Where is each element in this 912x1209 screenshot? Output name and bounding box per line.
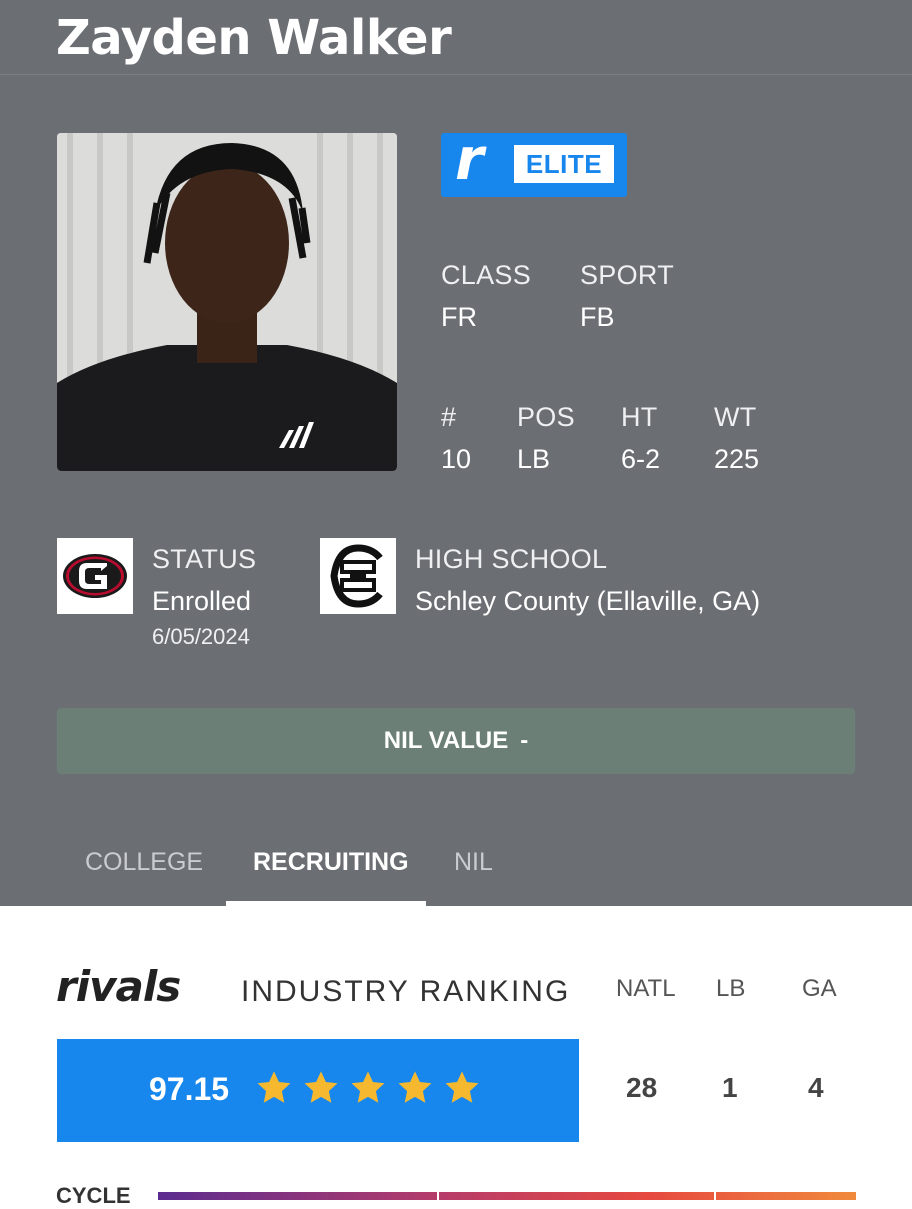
star-rating — [255, 1069, 481, 1107]
star-icon — [445, 1071, 479, 1103]
nil-value: - — [520, 727, 529, 754]
weight-value: 225 — [714, 444, 760, 474]
star-icon — [398, 1071, 432, 1103]
active-tab-indicator — [226, 901, 426, 906]
cycle-divider — [437, 1192, 439, 1200]
col-ga: GA — [802, 975, 837, 1002]
cycle-label: CYCLE — [56, 1183, 131, 1208]
number-label: # — [441, 402, 457, 432]
position-value: LB — [517, 444, 551, 474]
weight-label: WT — [714, 402, 757, 432]
status-date: 6/05/2024 — [152, 624, 250, 649]
ranking-title: INDUSTRY RANKING — [241, 975, 571, 1008]
georgia-logo-icon[interactable] — [57, 538, 133, 614]
class-value: FR — [441, 302, 477, 332]
class-label: CLASS — [441, 260, 532, 290]
rank-ga: 4 — [808, 1072, 824, 1103]
star-icon — [351, 1071, 385, 1103]
cycle-divider — [714, 1192, 716, 1200]
tab-recruiting[interactable]: RECRUITING — [253, 848, 409, 877]
high-school-logo-icon[interactable] — [320, 538, 396, 614]
status-label: STATUS — [152, 544, 257, 574]
status-value: Enrolled — [152, 586, 252, 616]
nil-label: NIL VALUE — [383, 727, 509, 754]
height-value: 6-2 — [621, 444, 661, 474]
number-value: 10 — [441, 444, 472, 474]
star-icon — [304, 1071, 338, 1103]
rating-score: 97.15 — [149, 1071, 230, 1107]
height-label: HT — [621, 402, 658, 432]
high-school-label: HIGH SCHOOL — [415, 544, 608, 574]
rank-natl: 28 — [626, 1072, 658, 1103]
nil-value-bar: NIL VALUE - — [57, 708, 855, 774]
rivals-r-icon: r — [455, 125, 484, 193]
tab-nil[interactable]: NIL — [454, 848, 493, 877]
player-name: Zayden Walker — [56, 10, 452, 66]
high-school-value[interactable]: Schley County (Ellaville, GA) — [415, 586, 760, 617]
star-icon — [257, 1071, 291, 1103]
col-natl: NATL — [616, 975, 676, 1002]
rank-lb: 1 — [722, 1072, 738, 1103]
rivals-logo: rivals — [56, 962, 181, 1011]
cycle-progress-bar — [158, 1192, 856, 1200]
badge-label: ELITE — [514, 145, 614, 183]
position-label: POS — [517, 402, 575, 432]
player-photo — [57, 133, 397, 471]
rivals-elite-badge: r ELITE — [441, 127, 627, 197]
rating-bar: 97.15 — [57, 1039, 579, 1142]
col-lb: LB — [716, 975, 746, 1002]
sport-value: FB — [580, 302, 615, 332]
sport-label: SPORT — [580, 260, 675, 290]
divider — [0, 74, 912, 75]
tab-college[interactable]: COLLEGE — [85, 848, 203, 877]
